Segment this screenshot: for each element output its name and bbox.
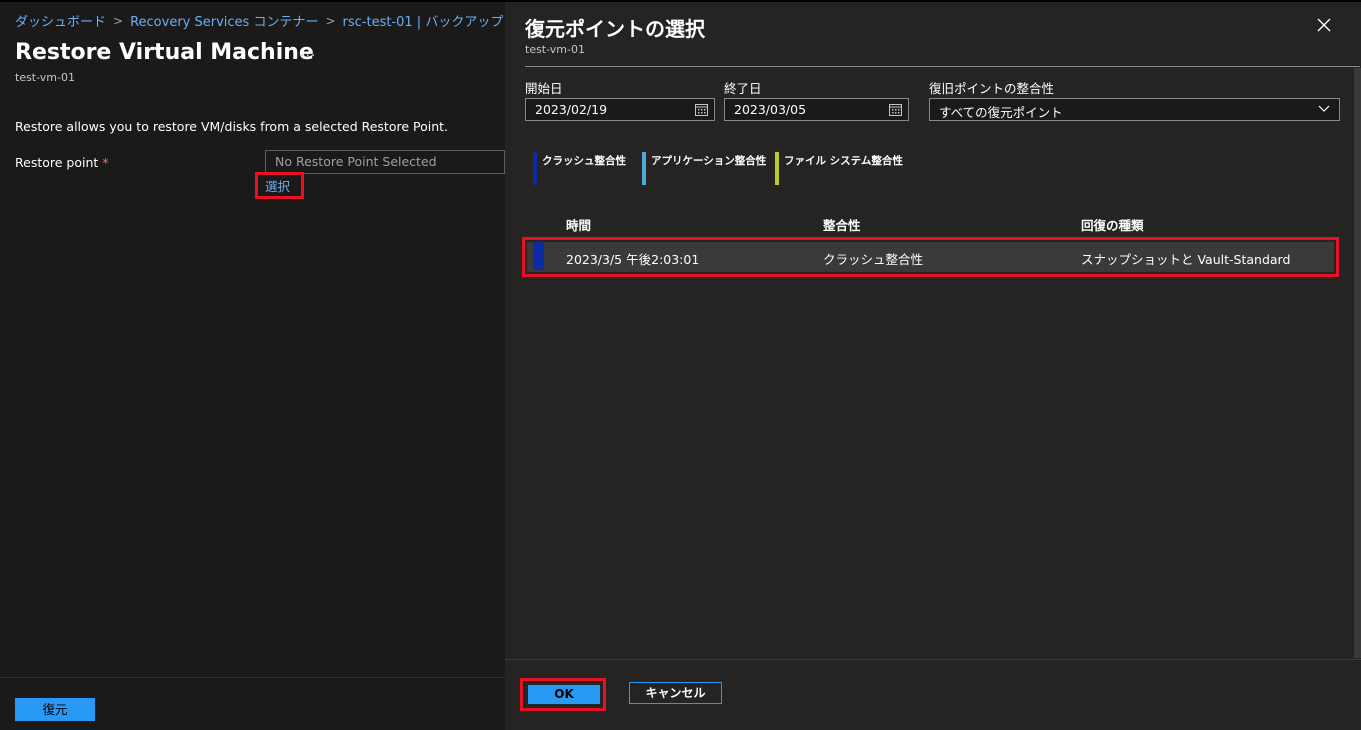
legend-label: アプリケーション整合性 xyxy=(651,155,767,167)
end-date-label: 終了日 xyxy=(724,81,762,96)
consistency-dropdown[interactable]: すべての復元ポイント xyxy=(929,98,1340,121)
ok-button[interactable]: OK xyxy=(528,685,600,704)
end-date-value: 2023/03/05 xyxy=(734,102,807,117)
breadcrumb: ダッシュボード > Recovery Services コンテナー > rsc-… xyxy=(15,11,587,30)
footer-divider xyxy=(0,677,505,678)
consistency-dropdown-value: すべての復元ポイント xyxy=(939,105,1063,120)
panel-footer-divider xyxy=(505,659,1361,660)
restore-description: Restore allows you to restore VM/disks f… xyxy=(15,119,449,134)
panel-scrollbar[interactable] xyxy=(1354,68,1361,658)
row-consistency: クラッシュ整合性 xyxy=(823,252,924,267)
breadcrumb-item-recovery-services[interactable]: Recovery Services コンテナー xyxy=(130,11,318,30)
start-date-field[interactable]: 2023/02/19 xyxy=(525,98,715,121)
panel-title: 復元ポイントの選択 xyxy=(525,17,705,41)
restore-point-label: Restore point * xyxy=(15,155,109,170)
row-consistency-marker xyxy=(533,242,544,270)
row-time: 2023/3/5 午後2:03:01 xyxy=(566,252,700,267)
select-restore-point-highlight: 選択 xyxy=(255,172,304,199)
consistency-filter-label: 復旧ポイントの整合性 xyxy=(929,81,1055,96)
legend-color-bar xyxy=(775,152,779,185)
end-date-field[interactable]: 2023/03/05 xyxy=(724,98,909,121)
panel-subtitle: test-vm-01 xyxy=(525,43,585,56)
row-recovery-type: スナップショットと Vault-Standard xyxy=(1081,252,1291,267)
calendar-icon[interactable] xyxy=(695,103,708,116)
calendar-icon[interactable] xyxy=(889,103,902,116)
legend-label: ファイル システム整合性 xyxy=(784,155,903,167)
chevron-right-icon: > xyxy=(113,13,124,28)
restore-button[interactable]: 復元 xyxy=(15,698,95,721)
required-marker: * xyxy=(102,155,109,170)
column-header-recovery-type[interactable]: 回復の種類 xyxy=(1081,215,1144,234)
legend-color-bar xyxy=(533,152,537,185)
legend-color-bar xyxy=(642,152,646,185)
select-restore-point-panel: 復元ポイントの選択 test-vm-01 開始日 2023/02/19 終了日 … xyxy=(505,2,1361,730)
more-options-button[interactable]: ... xyxy=(300,44,316,60)
ok-button-highlight: OK xyxy=(520,678,606,711)
page-subtitle: test-vm-01 xyxy=(15,71,75,84)
page-title: Restore Virtual Machine xyxy=(15,40,314,65)
chevron-right-icon: > xyxy=(325,13,336,28)
column-header-consistency[interactable]: 整合性 xyxy=(823,215,861,234)
close-icon[interactable] xyxy=(1315,16,1333,34)
column-header-time[interactable]: 時間 xyxy=(566,215,591,234)
chevron-down-icon xyxy=(1318,105,1330,112)
select-restore-point-link[interactable]: 選択 xyxy=(265,176,290,195)
start-date-value: 2023/02/19 xyxy=(535,102,608,117)
restore-point-label-text: Restore point xyxy=(15,155,99,170)
breadcrumb-item-dashboard[interactable]: ダッシュボード xyxy=(15,11,106,30)
legend-label: クラッシュ整合性 xyxy=(542,155,626,167)
start-date-label: 開始日 xyxy=(525,81,563,96)
restore-point-field[interactable]: No Restore Point Selected xyxy=(265,150,505,174)
panel-header-divider xyxy=(525,66,1360,67)
cancel-button[interactable]: キャンセル xyxy=(629,682,722,704)
